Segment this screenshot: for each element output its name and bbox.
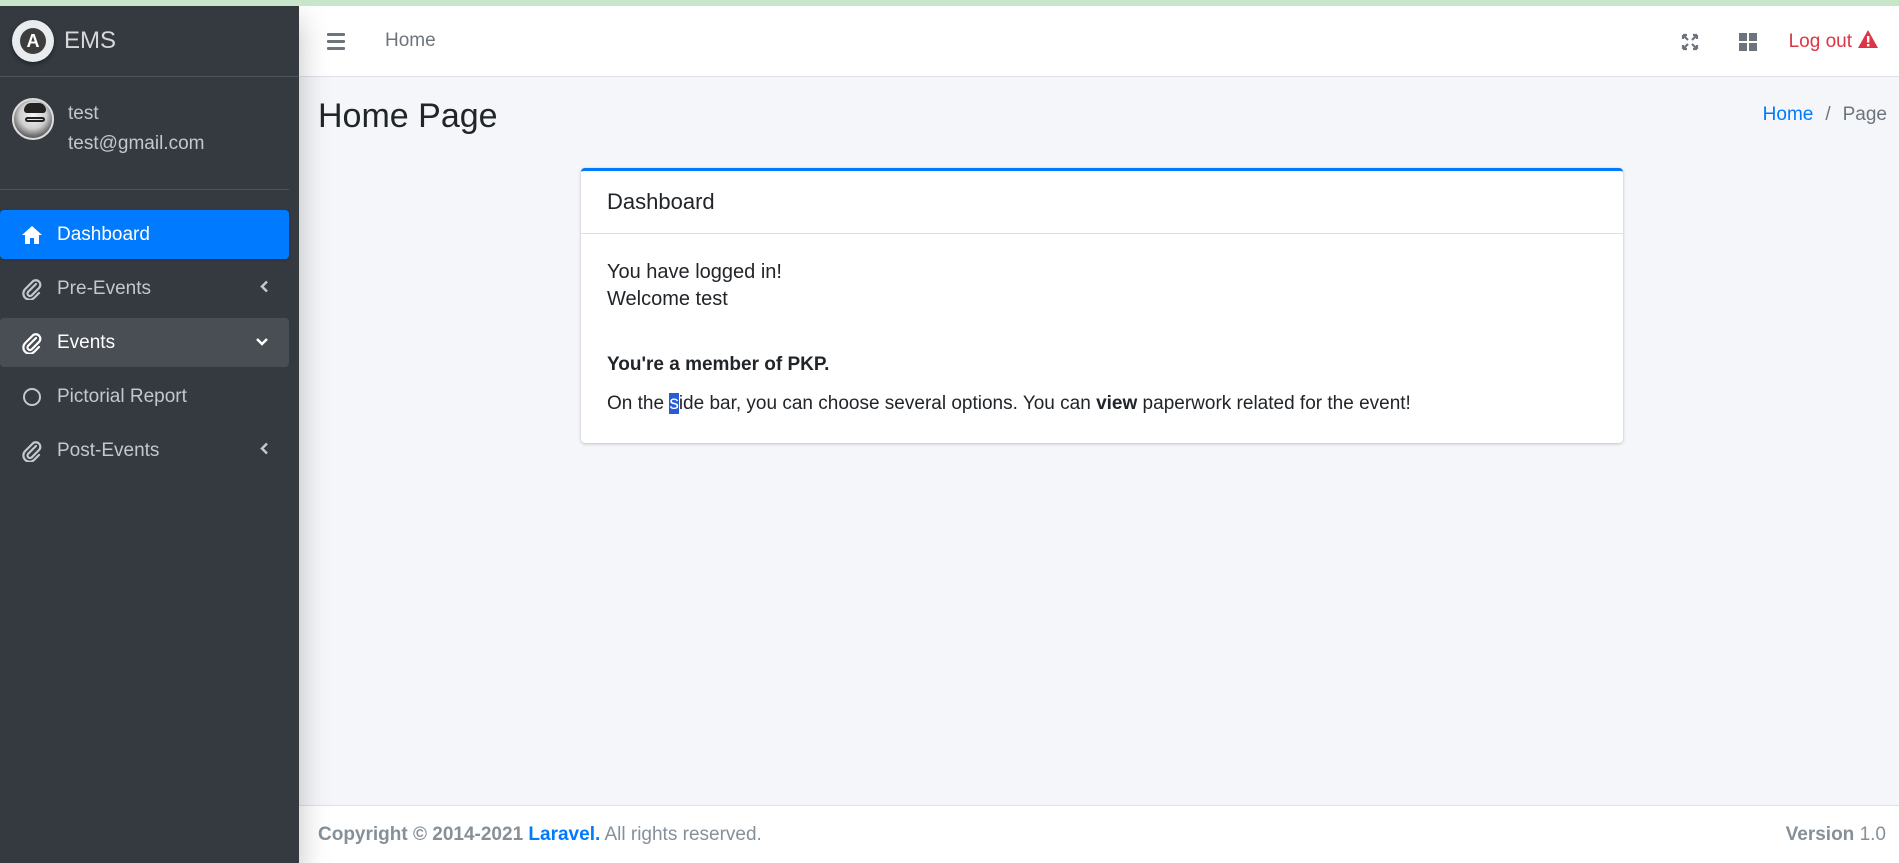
paperclip-icon — [20, 331, 44, 355]
footer-version: Version 1.0 — [1785, 823, 1886, 845]
brand-name: EMS — [64, 27, 117, 54]
content-header: Home Page Home / Page — [299, 77, 1899, 167]
paperclip-icon — [20, 439, 44, 463]
membership-message: You're a member of PKP. — [607, 354, 830, 375]
circle-icon — [20, 385, 44, 409]
brand-logo-icon: A — [12, 20, 54, 62]
footer-copyright: Copyright © 2014-2021 Laravel. All right… — [318, 823, 762, 845]
chevron-down-icon — [255, 334, 269, 352]
footer: Copyright © 2014-2021 Laravel. All right… — [299, 805, 1899, 863]
menu-toggle-icon[interactable] — [327, 32, 345, 50]
sidebar-item-label: Pre-Events — [57, 277, 151, 299]
breadcrumb: Home / Page — [1763, 104, 1887, 126]
page-title: Home Page — [318, 97, 498, 135]
chevron-left-icon — [259, 441, 269, 460]
page-load-progress — [0, 0, 1899, 6]
user-email: test@gmail.com — [68, 133, 205, 154]
sidebar-item-dashboard[interactable]: Dashboard — [0, 210, 289, 259]
breadcrumb-current: Page — [1842, 104, 1887, 125]
breadcrumb-separator: / — [1825, 104, 1831, 125]
home-icon — [20, 223, 44, 247]
brand-link[interactable]: A EMS — [0, 6, 299, 77]
sidebar-item-label: Pictorial Report — [57, 385, 187, 407]
footer-laravel-link[interactable]: Laravel. — [528, 824, 600, 845]
text-selection: s — [669, 393, 679, 414]
card-body: You have logged in! Welcome test You're … — [581, 234, 1623, 442]
logout-label: Log out — [1788, 30, 1852, 52]
paperclip-icon — [20, 277, 44, 301]
top-navbar: Home Log out — [299, 6, 1899, 77]
user-panel: test test@gmail.com — [0, 77, 289, 190]
sidebar-item-pre-events[interactable]: Pre-Events — [0, 264, 289, 313]
fullscreen-icon[interactable] — [1661, 6, 1719, 77]
dashboard-card: Dashboard You have logged in! Welcome te… — [581, 168, 1623, 443]
main-sidebar: A EMS test test@gmail.com Dashboard Pre-… — [0, 6, 299, 863]
warning-icon — [1857, 29, 1879, 55]
sidebar-item-post-events[interactable]: Post-Events — [0, 426, 289, 475]
emphasis-view: view — [1096, 393, 1138, 414]
sidebar-item-events[interactable]: Events — [0, 318, 289, 367]
sidebar-item-pictorial-report[interactable]: Pictorial Report — [0, 372, 289, 421]
user-name[interactable]: test — [68, 99, 205, 129]
user-avatar[interactable] — [12, 98, 54, 140]
sidebar-description: On the side bar, you can choose several … — [607, 393, 1411, 414]
card-title: Dashboard — [581, 171, 1623, 234]
welcome-message: Welcome test — [607, 288, 728, 310]
navbar-home-link[interactable]: Home — [385, 30, 436, 52]
login-message: You have logged in! — [607, 261, 782, 283]
sidebar-nav: Dashboard Pre-Events Events Pictorial Re… — [0, 190, 299, 475]
chevron-left-icon — [259, 279, 269, 298]
breadcrumb-home-link[interactable]: Home — [1763, 104, 1814, 126]
sidebar-item-label: Dashboard — [57, 223, 150, 245]
sidebar-item-label: Events — [57, 331, 116, 353]
sidebar-item-label: Post-Events — [57, 439, 160, 461]
control-sidebar-icon[interactable] — [1719, 6, 1777, 77]
logout-button[interactable]: Log out — [1789, 29, 1879, 55]
